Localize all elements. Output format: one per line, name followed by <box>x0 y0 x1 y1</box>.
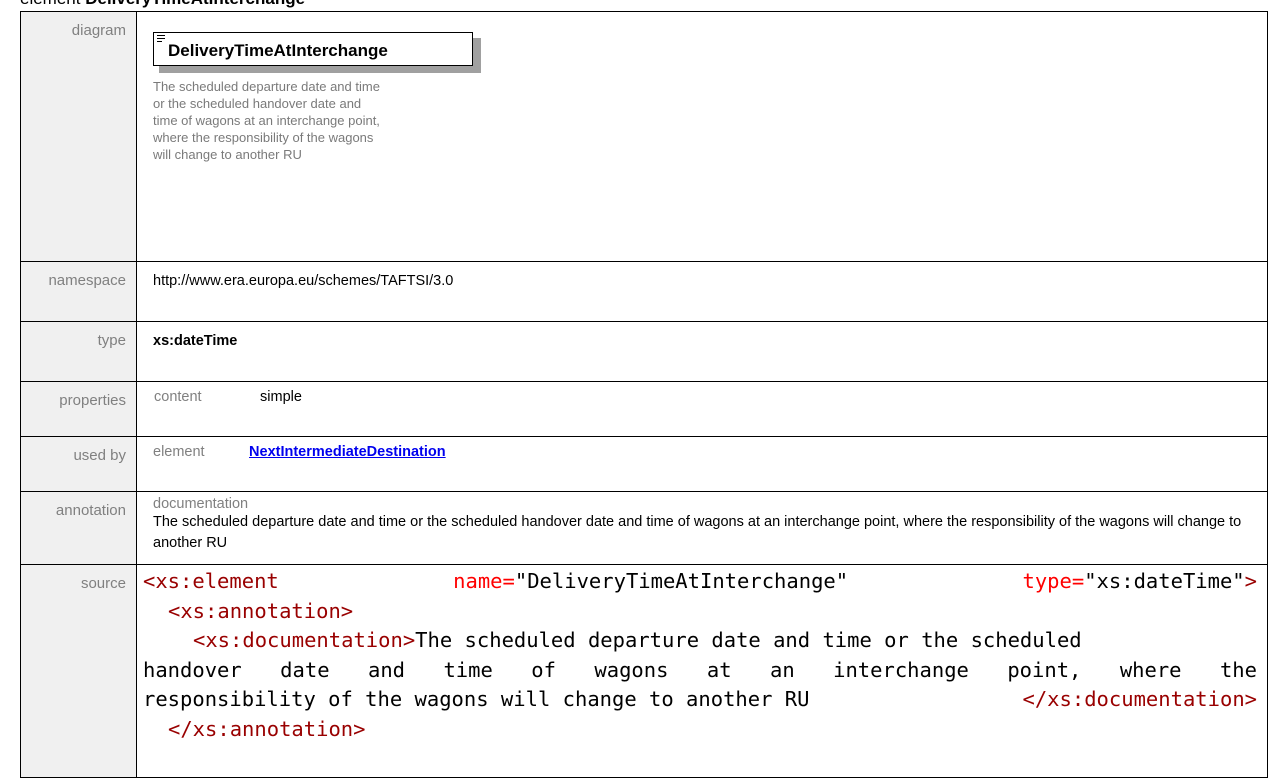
source-label: source <box>20 564 137 778</box>
type-row: type xs:dateTime <box>20 321 1268 382</box>
diagram-element-box[interactable]: DeliveryTimeAtInterchange <box>153 32 473 66</box>
properties-row: properties content simple <box>20 381 1268 437</box>
namespace-value: http://www.era.europa.eu/schemes/TAFTSI/… <box>136 261 1268 322</box>
heading-prefix: element <box>20 0 80 8</box>
element-diagram: DeliveryTimeAtInterchange The scheduled … <box>153 32 483 163</box>
source-line-1: <xs:element name="DeliveryTimeAtIntercha… <box>143 569 1257 593</box>
property-value: simple <box>260 389 302 405</box>
diagram-row: diagram DeliveryTimeAtInterchange The sc… <box>20 11 1268 262</box>
page-heading: element DeliveryTimeAtInterchange <box>20 0 305 9</box>
type-value: xs:dateTime <box>153 333 238 349</box>
annotation-row: annotation documentation The scheduled d… <box>20 491 1268 565</box>
documentation-heading: documentation <box>153 496 249 512</box>
annotation-lines-icon <box>157 35 165 44</box>
property-key: content <box>154 389 202 405</box>
annotation-label: annotation <box>20 491 137 565</box>
source-line-4: handover date and time of wagons at an i… <box>143 657 1257 682</box>
source-line-6: </xs:annotation> <box>168 716 366 741</box>
source-line-5: responsibility of the wagons will change… <box>143 687 1257 711</box>
source-line-2: <xs:annotation> <box>168 598 354 623</box>
type-label: type <box>20 321 137 382</box>
properties-label: properties <box>20 381 137 437</box>
source-row: source <xs:element name="DeliveryTimeAtI… <box>20 564 1268 778</box>
diagram-documentation: The scheduled departure date and time or… <box>153 79 380 162</box>
source-code: <xs:element name="DeliveryTimeAtIntercha… <box>143 567 1257 744</box>
element-doc-table: diagram DeliveryTimeAtInterchange The sc… <box>20 11 1268 778</box>
used-by-kind: element <box>153 444 205 460</box>
used-by-row: used by element NextIntermediateDestinat… <box>20 436 1268 492</box>
diagram-element-title: DeliveryTimeAtInterchange <box>168 41 388 60</box>
source-line-3: <xs:documentation>The scheduled departur… <box>193 628 1082 652</box>
used-by-label: used by <box>20 436 137 492</box>
documentation-text: The scheduled departure date and time or… <box>153 514 1242 551</box>
namespace-label: namespace <box>20 261 137 322</box>
used-by-link[interactable]: NextIntermediateDestination <box>249 444 446 460</box>
heading-element-name: DeliveryTimeAtInterchange <box>85 0 305 8</box>
namespace-row: namespace http://www.era.europa.eu/schem… <box>20 261 1268 322</box>
diagram-cell: DeliveryTimeAtInterchange The scheduled … <box>136 11 1268 262</box>
diagram-label: diagram <box>20 11 137 262</box>
